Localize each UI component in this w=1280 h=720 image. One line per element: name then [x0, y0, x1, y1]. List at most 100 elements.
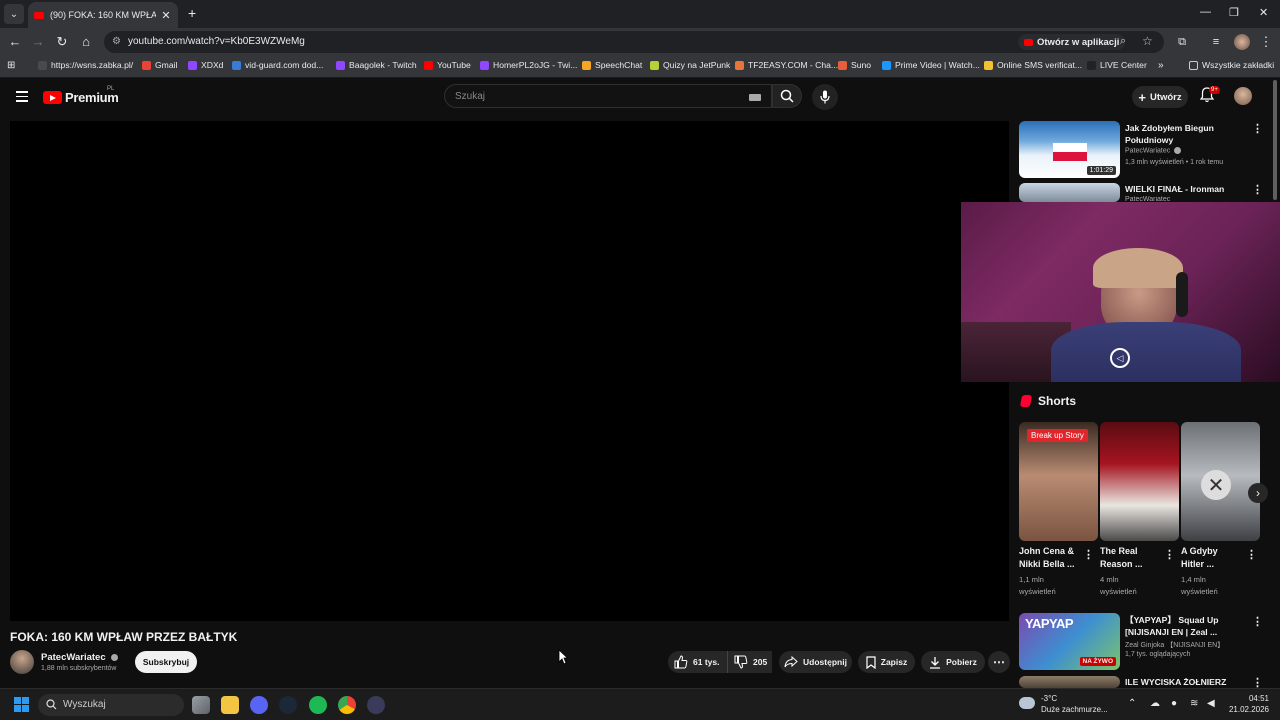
rec-menu-kebab-icon[interactable]: ⋮: [1252, 122, 1263, 135]
browser-tab-active[interactable]: (90) FOKA: 160 KM WPŁAW PRZ ✕: [28, 2, 178, 28]
page-scrollbar[interactable]: [1273, 80, 1277, 200]
shorts-next-chevron-icon[interactable]: ›: [1248, 483, 1268, 503]
rec-menu-kebab-icon[interactable]: ⋮: [1252, 183, 1263, 196]
microphone-tray-icon[interactable]: ●: [1171, 698, 1177, 709]
weather-temp[interactable]: -3°C: [1041, 694, 1057, 703]
search-input[interactable]: Szukaj: [444, 84, 772, 108]
all-bookmarks-folder[interactable]: Wszystkie zakładki: [1189, 60, 1274, 70]
steam-icon[interactable]: [279, 696, 297, 714]
picture-in-picture-stream[interactable]: ◁: [961, 202, 1280, 382]
clock-date[interactable]: 21.02.2026: [1219, 705, 1269, 714]
live-badge: NA ŻYWO: [1079, 657, 1116, 666]
bookmark-item[interactable]: Baagolek - Twitch: [336, 60, 417, 70]
new-tab-button[interactable]: +: [188, 5, 196, 21]
rec-title-4[interactable]: ILE WYCISKA ŻOŁNIERZ: [1125, 676, 1243, 688]
profile-avatar[interactable]: [1234, 34, 1250, 50]
onedrive-icon[interactable]: ☁: [1150, 698, 1160, 709]
bookmark-item[interactable]: Suno: [838, 60, 871, 70]
hamburger-menu-icon[interactable]: [16, 91, 28, 105]
short-thumbnail-2[interactable]: [1100, 422, 1179, 541]
return-to-tab-icon[interactable]: ◁: [1110, 348, 1130, 368]
minimize-window-button[interactable]: —: [1200, 6, 1211, 18]
app-icon[interactable]: [367, 696, 385, 714]
bookmark-item[interactable]: Gmail: [142, 60, 177, 70]
channel-avatar[interactable]: [10, 650, 34, 674]
address-bar[interactable]: ⚙ youtube.com/watch?v=Kb0E3WZWeMg Otwórz…: [104, 31, 1164, 53]
youtube-logo[interactable]: Premium PL: [43, 86, 119, 105]
dislike-button[interactable]: 205: [727, 651, 772, 673]
create-button[interactable]: + Utwórz: [1132, 86, 1188, 108]
back-arrow-icon[interactable]: ←: [7, 34, 23, 50]
short-title-2[interactable]: The Real Reason ...: [1100, 545, 1162, 571]
rec-title-1[interactable]: Jak Zdobyłem Biegun Południowy: [1125, 122, 1243, 146]
short-menu-kebab-icon[interactable]: ⋮: [1246, 548, 1257, 561]
chrome-icon[interactable]: [338, 696, 356, 714]
discord-icon[interactable]: [250, 696, 268, 714]
open-in-app-button[interactable]: Otwórz w aplikacji: [1018, 34, 1126, 50]
browser-menu-icon[interactable]: ⋮: [1258, 34, 1274, 50]
save-button[interactable]: Zapisz: [858, 651, 915, 673]
download-button[interactable]: Pobierz: [921, 651, 985, 673]
search-button[interactable]: [772, 84, 802, 108]
taskbar-search-input[interactable]: Wyszukaj: [38, 694, 184, 716]
tray-overflow-chevron-icon[interactable]: ⌃: [1128, 698, 1136, 709]
wifi-icon[interactable]: ≋: [1190, 698, 1198, 709]
short-thumbnail-1[interactable]: Break up Story: [1019, 422, 1098, 541]
rec-menu-kebab-icon[interactable]: ⋮: [1252, 615, 1263, 628]
subscribe-button[interactable]: Subskrybuj: [135, 651, 197, 673]
rec-thumbnail-2[interactable]: [1019, 183, 1120, 202]
bookmark-item[interactable]: Quizy na JetPunk: [650, 60, 730, 70]
bookmark-item[interactable]: vid-guard.com dod...: [232, 60, 323, 70]
channel-name[interactable]: PatecWariatec: [41, 652, 119, 663]
more-actions-button[interactable]: ⋯: [988, 651, 1010, 673]
bookmark-item[interactable]: HomerPL2oJG - Twi...: [480, 60, 577, 70]
bookmark-item[interactable]: LIVE Center: [1087, 60, 1147, 70]
file-explorer-icon[interactable]: [221, 696, 239, 714]
windows-start-icon[interactable]: [14, 697, 29, 712]
rec-thumbnail-1[interactable]: 1:01:29: [1019, 121, 1120, 178]
account-avatar[interactable]: [1234, 87, 1252, 105]
zoom-icon[interactable]: ⌕: [1120, 35, 1126, 48]
site-info-icon[interactable]: ⚙: [112, 36, 121, 47]
extensions-icon[interactable]: ⧉: [1174, 34, 1190, 50]
voice-search-button[interactable]: [812, 84, 838, 110]
bookmark-item[interactable]: Prime Video | Watch...: [882, 60, 980, 70]
bookmark-item[interactable]: https://wsns.zabka.pl/: [38, 60, 133, 70]
bookmark-item[interactable]: SpeechChat: [582, 60, 642, 70]
rec-title-3[interactable]: 【YAPYAP】 Squad Up [NIJISANJI EN | Zeal .…: [1125, 614, 1243, 638]
short-menu-kebab-icon[interactable]: ⋮: [1164, 548, 1175, 561]
short-menu-kebab-icon[interactable]: ⋮: [1083, 548, 1094, 561]
short-thumbnail-3[interactable]: ✕: [1181, 422, 1260, 541]
rec-thumbnail-4[interactable]: [1019, 676, 1120, 688]
bookmark-item[interactable]: Online SMS verificat...: [984, 60, 1082, 70]
close-tab-icon[interactable]: ✕: [160, 9, 172, 22]
share-button[interactable]: Udostępnij: [779, 651, 852, 673]
volume-icon[interactable]: ◀: [1207, 698, 1215, 709]
home-icon[interactable]: ⌂: [78, 34, 94, 50]
restore-window-button[interactable]: ❐: [1229, 6, 1239, 19]
clock-time[interactable]: 04:51: [1219, 694, 1269, 703]
bookmark-star-icon[interactable]: ☆: [1142, 34, 1153, 48]
apps-grid-icon[interactable]: ⊞: [7, 60, 15, 71]
video-player[interactable]: [10, 121, 1009, 621]
task-view-icon[interactable]: [192, 696, 210, 714]
close-window-button[interactable]: ✕: [1259, 6, 1268, 19]
keyboard-icon[interactable]: [749, 94, 761, 101]
short-title-1[interactable]: John Cena & Nikki Bella ...: [1019, 545, 1081, 571]
bookmark-item[interactable]: XDXd: [188, 60, 223, 70]
short-title-3[interactable]: A Gdyby Hitler ...: [1181, 545, 1243, 571]
tab-search-button[interactable]: ⌄: [4, 4, 24, 24]
bookmark-item[interactable]: TF2EASY.COM - Cha...: [735, 60, 838, 70]
reload-icon[interactable]: ↻: [54, 34, 70, 50]
more-bookmarks-chevron-icon[interactable]: »: [1158, 60, 1164, 71]
rec-thumbnail-3[interactable]: YAPYAP NA ŻYWO: [1019, 613, 1120, 670]
media-controls-icon[interactable]: ≡: [1208, 34, 1224, 50]
rec-channel-3[interactable]: Zeal Ginjoka 【NIJISANJI EN】: [1125, 640, 1224, 650]
forward-arrow-icon[interactable]: →: [30, 34, 46, 50]
spotify-icon[interactable]: [309, 696, 327, 714]
bookmark-item[interactable]: YouTube: [424, 60, 471, 70]
bookmark-label: Suno: [851, 60, 872, 70]
rec-title-2[interactable]: WIELKI FINAŁ - Ironman: [1125, 183, 1243, 195]
weather-description[interactable]: Duże zachmurze...: [1041, 705, 1108, 714]
rec-channel-1[interactable]: PatecWariatec: [1125, 147, 1182, 154]
